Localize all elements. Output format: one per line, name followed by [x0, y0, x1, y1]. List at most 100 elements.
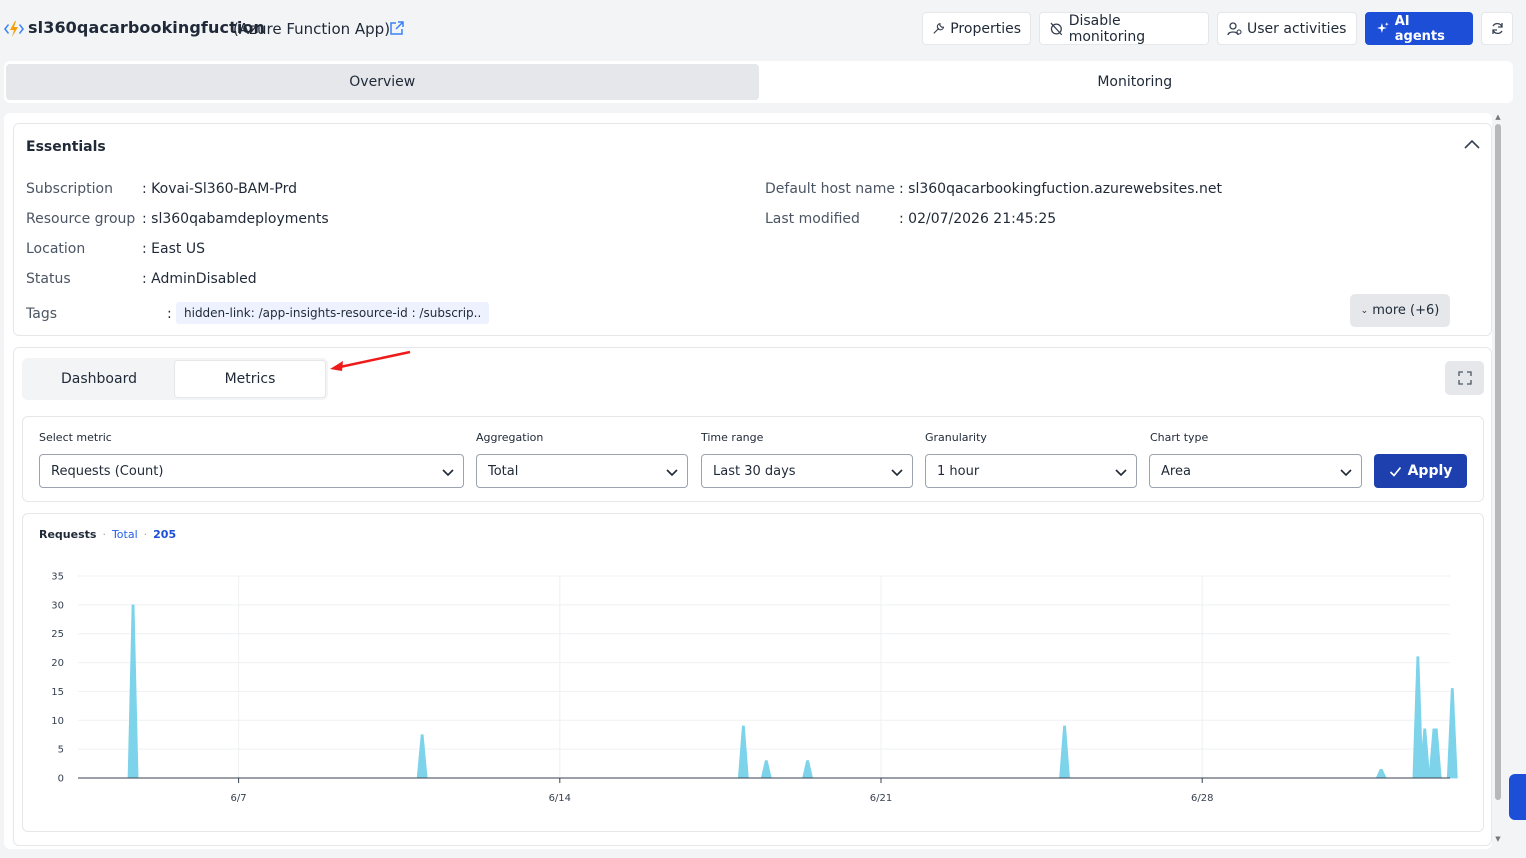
x-tick-label: 6/14 — [549, 793, 571, 804]
area-spike — [1375, 768, 1387, 779]
apply-button[interactable]: Apply — [1374, 454, 1467, 488]
chevron-down-icon — [442, 469, 454, 477]
requests-area-chart: 0 5 10 15 20 25 30 35 6/7 6/14 6/21 6/28 — [51, 572, 1458, 804]
properties-label: Properties — [950, 20, 1021, 37]
properties-button[interactable]: Properties — [922, 12, 1031, 45]
refresh-icon — [1491, 22, 1503, 35]
tab-metrics[interactable]: Metrics — [174, 360, 326, 398]
more-tags-button[interactable]: ⌄ more (+6) — [1350, 294, 1450, 327]
y-tick-label: 10 — [51, 716, 64, 727]
location-label: Location — [26, 241, 86, 257]
app-name: sl360qacarbookingfuction — [28, 18, 265, 37]
external-link-icon[interactable] — [388, 20, 405, 37]
essentials-panel: Essentials Subscription : Kovai-Sl360-BA… — [13, 123, 1492, 336]
x-tick-label: 6/21 — [870, 793, 892, 804]
area-spike — [1446, 688, 1458, 779]
area-spike — [737, 725, 749, 779]
tab-dashboard[interactable]: Dashboard — [24, 360, 174, 398]
chart-total-value: 205 — [153, 528, 177, 541]
chart-type-dropdown[interactable]: Area — [1149, 454, 1362, 488]
chart-header-separator: · — [143, 528, 148, 541]
location-value: : East US — [142, 241, 205, 257]
granularity-dropdown[interactable]: 1 hour — [925, 454, 1137, 488]
select-metric-value: Requests (Count) — [51, 463, 164, 479]
scroll-up-arrow-icon[interactable]: ▲ — [1494, 113, 1502, 121]
chart-header-separator: · — [102, 528, 106, 541]
granularity-value: 1 hour — [937, 463, 980, 479]
area-spike — [760, 760, 772, 779]
view-tabs: Dashboard Metrics — [22, 358, 328, 400]
monitoring-off-icon — [1050, 22, 1063, 36]
tab-overview[interactable]: Overview — [6, 64, 759, 100]
chevron-down-icon — [1340, 469, 1352, 477]
chevron-up-icon[interactable] — [1462, 136, 1482, 152]
disable-monitoring-button[interactable]: Disable monitoring — [1039, 12, 1209, 45]
ai-agents-label: AI agents — [1394, 13, 1445, 44]
y-tick-label: 30 — [51, 600, 64, 611]
aggregation-label: Aggregation — [476, 431, 544, 444]
tab-monitoring[interactable]: Monitoring — [759, 64, 1512, 100]
chevron-down-icon — [666, 469, 678, 477]
function-app-icon — [4, 21, 24, 37]
user-activity-icon — [1227, 22, 1242, 36]
sparkle-icon — [1376, 22, 1389, 33]
resource-group-value: : sl360qabamdeployments — [142, 211, 329, 227]
time-range-label: Time range — [701, 431, 764, 444]
host-name-label: Default host name — [765, 181, 895, 197]
y-tick-label: 5 — [58, 745, 64, 756]
user-activities-label: User activities — [1247, 20, 1347, 37]
scrollbar-thumb[interactable] — [1495, 124, 1501, 800]
status-value: : AdminDisabled — [142, 271, 257, 287]
x-tick-label: 6/7 — [231, 793, 247, 804]
chevron-down-icon — [1115, 469, 1127, 477]
chart-metric-name: Requests — [39, 528, 97, 541]
host-name-value: : sl360qacarbookingfuction.azurewebsites… — [899, 181, 1222, 197]
area-spike — [1059, 725, 1070, 779]
y-tick-label: 35 — [51, 572, 64, 583]
last-modified-value: : 02/07/2026 21:45:25 — [899, 211, 1057, 227]
aggregation-value: Total — [488, 463, 519, 479]
y-tick-label: 0 — [58, 774, 64, 785]
tags-separator: : — [167, 306, 172, 322]
status-label: Status — [26, 271, 71, 287]
chart-aggregation: Total — [111, 528, 138, 541]
tags-label: Tags — [26, 306, 57, 322]
header-bar: sl360qacarbookingfuction (Azure Function… — [0, 0, 1526, 58]
chevron-down-icon: ⌄ — [1360, 305, 1369, 316]
tag-chip[interactable]: hidden-link: /app-insights-resource-id :… — [176, 302, 490, 324]
disable-monitoring-label: Disable monitoring — [1068, 12, 1146, 45]
chart-type-value: Area — [1161, 463, 1191, 479]
ai-agents-button[interactable]: AI agents — [1365, 12, 1473, 45]
time-range-value: Last 30 days — [713, 463, 796, 479]
expand-icon — [1457, 371, 1472, 385]
wrench-icon — [933, 22, 945, 34]
resource-group-label: Resource group — [26, 211, 136, 227]
select-metric-label: Select metric — [39, 431, 112, 444]
essentials-title: Essentials — [26, 139, 106, 155]
select-metric-dropdown[interactable]: Requests (Count) — [39, 454, 464, 488]
subscription-value: : Kovai-Sl360-BAM-Prd — [142, 181, 297, 197]
area-spike — [416, 734, 428, 779]
side-feedback-widget[interactable] — [1509, 774, 1526, 820]
main-tabs: Overview Monitoring — [4, 61, 1513, 103]
x-tick-label: 6/28 — [1191, 793, 1213, 804]
subscription-label: Subscription — [26, 181, 113, 197]
chevron-down-icon — [891, 469, 903, 477]
area-spike — [802, 760, 814, 779]
refresh-button[interactable] — [1481, 12, 1513, 45]
time-range-dropdown[interactable]: Last 30 days — [701, 454, 913, 488]
last-modified-label: Last modified — [765, 211, 860, 227]
scroll-down-arrow-icon[interactable]: ▼ — [1494, 835, 1502, 843]
user-activities-button[interactable]: User activities — [1217, 12, 1357, 45]
chart-header: Requests · Total · 205 — [39, 528, 176, 541]
annotation-arrow-icon — [330, 350, 411, 371]
granularity-label: Granularity — [925, 431, 987, 444]
y-tick-label: 15 — [51, 687, 64, 698]
aggregation-dropdown[interactable]: Total — [476, 454, 688, 488]
fullscreen-button[interactable] — [1445, 361, 1484, 395]
apply-label: Apply — [1407, 463, 1453, 479]
y-tick-label: 20 — [51, 658, 64, 669]
more-tags-label: more (+6) — [1372, 303, 1440, 318]
chart-type-label: Chart type — [1150, 431, 1209, 444]
app-type: (Azure Function App) — [233, 20, 391, 38]
